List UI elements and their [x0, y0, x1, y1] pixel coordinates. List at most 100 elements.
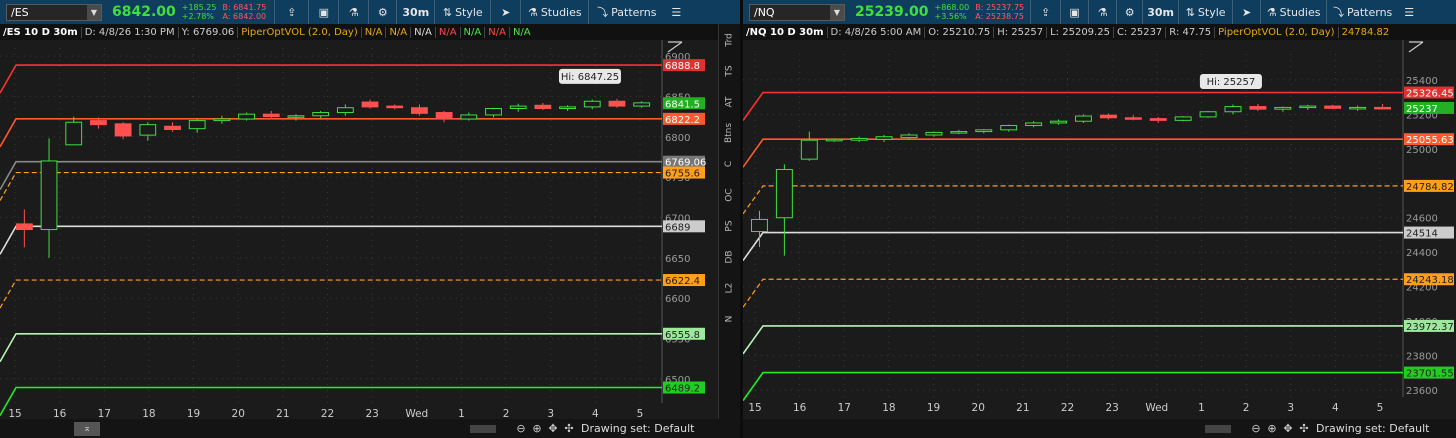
y-tick-label: 6650 — [665, 254, 690, 265]
nq-toolbar: /NQ ▼ 25239.00 +868.00 +3.56% B: 25237.75 A… — [743, 0, 1456, 24]
bid-ask: B: 6841.75 A: 6842.00 — [222, 3, 266, 21]
zoom-in-icon[interactable]: ⊕ — [1265, 422, 1279, 435]
price-label: 23972.37 — [1406, 322, 1454, 333]
change-value: +185.25 — [181, 3, 217, 12]
flask-icon[interactable]: ⚗ — [1088, 0, 1116, 24]
candle-body — [15, 223, 33, 231]
candle-body — [90, 120, 107, 126]
value-readout: Y: 6769.06 — [177, 26, 238, 38]
menu-icon[interactable]: ☰ — [1398, 0, 1420, 24]
candle-body — [312, 112, 330, 117]
bid-value: B: 25237.75 — [975, 3, 1025, 12]
candle-body — [65, 121, 83, 146]
style-icon: ⇅ — [1185, 5, 1195, 19]
candle-body — [386, 105, 404, 109]
interval-selector[interactable]: 30m — [396, 0, 434, 24]
study-name[interactable]: PiperOptVOL (2.0, Day) — [237, 26, 360, 38]
side-tab-label: Trd — [724, 32, 735, 47]
es-price-chart[interactable]: 151617181920212223Wed1234569006850680067… — [0, 40, 718, 419]
range-readout: R: 47.75 — [1165, 26, 1214, 38]
candle-body — [1349, 106, 1367, 110]
chevron-down-icon[interactable]: ▼ — [87, 4, 101, 20]
patterns-button[interactable]: ⤵ Patterns — [588, 0, 664, 24]
studies-button[interactable]: ⚗ Studies — [1260, 0, 1326, 24]
save-icon[interactable]: ▣ — [308, 0, 338, 24]
drawing-set-label[interactable]: Drawing set: Default — [581, 422, 694, 435]
share-icon[interactable]: ⇪ — [274, 0, 308, 24]
study-name[interactable]: PiperOptVOL (2.0, Day) — [1214, 26, 1337, 38]
study-value: N/A — [360, 26, 386, 38]
x-tick-label: 4 — [592, 408, 599, 419]
patterns-label: Patterns — [611, 5, 657, 19]
x-tick-label: 19 — [927, 402, 940, 414]
side-tab-trd[interactable]: Trd — [719, 24, 740, 55]
candle-body — [1050, 120, 1068, 124]
side-tab-c[interactable]: C — [719, 148, 740, 179]
side-tab-ps[interactable]: PS — [719, 210, 740, 241]
side-tab-ts[interactable]: TS — [719, 55, 740, 86]
x-tick-label: 15 — [8, 408, 21, 419]
candle-body — [608, 100, 626, 107]
patterns-button[interactable]: ⤵ Patterns — [1326, 0, 1398, 24]
symbol-selector[interactable]: /ES ▼ — [6, 3, 102, 21]
chevron-down-icon[interactable]: ▼ — [830, 4, 844, 20]
pan-icon[interactable]: ✣ — [562, 422, 576, 435]
x-tick-label: 22 — [1061, 402, 1074, 414]
studies-button[interactable]: ⚗ Studies — [520, 0, 588, 24]
zoom-in-icon[interactable]: ⊕ — [530, 422, 544, 435]
study-value: N/A — [410, 26, 435, 38]
gear-icon[interactable]: ⚙ — [368, 0, 396, 24]
expand-icon[interactable]: ⌅ — [74, 421, 100, 436]
save-icon[interactable]: ▣ — [1060, 0, 1088, 24]
cursor-icon[interactable]: ➤ — [1232, 0, 1260, 24]
chart-label: /NQ 10 D 30m — [746, 26, 824, 38]
scrollbar-handle[interactable] — [1205, 424, 1231, 433]
x-tick-label: 2 — [503, 408, 510, 419]
candle-body — [238, 113, 255, 120]
side-tab-label: PS — [724, 219, 735, 232]
crosshair-icon[interactable]: ✥ — [546, 422, 560, 435]
drawing-set-label[interactable]: Drawing set: Default — [1316, 422, 1429, 435]
side-tab-n[interactable]: N — [719, 303, 740, 334]
side-tab-label: OC — [724, 187, 735, 202]
candle-body — [361, 101, 379, 108]
style-button[interactable]: ⇅ Style — [434, 0, 490, 24]
side-tab-oc[interactable]: OC — [719, 179, 740, 210]
cursor-icon[interactable]: ➤ — [490, 0, 520, 24]
price-label: 24514 — [1406, 229, 1438, 240]
zoom-out-icon[interactable]: ⊖ — [1249, 422, 1263, 435]
symbol-selector[interactable]: /NQ ▼ — [749, 3, 845, 21]
candle-body — [850, 137, 868, 141]
candle-body — [1099, 114, 1117, 119]
price-label: 6822.2 — [665, 115, 700, 126]
crosshair-icon[interactable]: ✥ — [1281, 422, 1295, 435]
candle-body — [1149, 118, 1167, 121]
price-label: 23701.55 — [1406, 369, 1454, 380]
side-tab-label: N — [724, 315, 735, 322]
studies-label: Studies — [540, 5, 582, 19]
patterns-icon: ⤵ — [1332, 6, 1344, 19]
pan-icon[interactable]: ✣ — [1297, 422, 1311, 435]
style-button[interactable]: ⇅ Style — [1178, 0, 1232, 24]
study-value: N/A — [385, 26, 410, 38]
flask-icon[interactable]: ⚗ — [338, 0, 368, 24]
side-tab-at[interactable]: AT — [719, 86, 740, 117]
y-tick-label: 23600 — [1406, 386, 1438, 397]
y-tick-label: 23800 — [1406, 352, 1438, 363]
price-label: 24243.18 — [1406, 275, 1454, 286]
candle-body — [559, 106, 576, 110]
side-tab-btns[interactable]: Btns — [719, 117, 740, 148]
side-tab-l2[interactable]: L2 — [719, 272, 740, 303]
zoom-out-icon[interactable]: ⊖ — [514, 422, 528, 435]
chart-info-bar: /NQ 10 D 30m D: 4/8/26 5:00 AM O: 25210.… — [743, 24, 1456, 40]
es-chart-panel: /ES ▼ 6842.00 +185.25 +2.78% B: 6841.75 A: … — [0, 0, 740, 438]
interval-selector[interactable]: 30m — [1142, 0, 1178, 24]
x-tick-label: 1 — [1198, 402, 1205, 414]
side-tab-db[interactable]: DB — [719, 241, 740, 272]
share-icon[interactable]: ⇪ — [1030, 0, 1060, 24]
scrollbar-handle[interactable] — [470, 424, 496, 433]
menu-icon[interactable]: ☰ — [664, 0, 688, 24]
nq-price-chart[interactable]: 15 16 17 18 19 20 21 22 23 Wed 1 2 3 4 525400252002500… — [743, 40, 1456, 419]
gear-icon[interactable]: ⚙ — [1116, 0, 1142, 24]
date-readout: D: 4/8/26 1:30 PM — [80, 26, 178, 38]
